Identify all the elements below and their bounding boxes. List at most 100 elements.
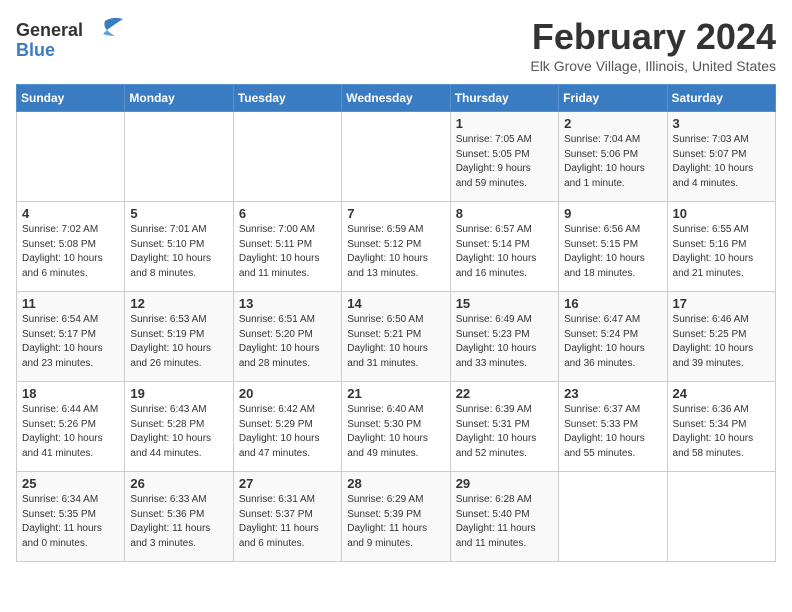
calendar-cell	[667, 472, 775, 562]
day-number: 17	[673, 296, 770, 311]
day-info: Sunrise: 6:49 AMSunset: 5:23 PMDaylight:…	[456, 313, 553, 371]
day-number: 11	[22, 296, 119, 311]
day-number: 13	[239, 296, 336, 311]
dow-thursday: Thursday	[450, 85, 558, 112]
title-area: February 2024 Elk Grove Village, Illinoi…	[530, 16, 776, 74]
calendar-cell: 23Sunrise: 6:37 AMSunset: 5:33 PMDayligh…	[559, 382, 667, 472]
day-number: 21	[347, 386, 444, 401]
calendar-cell: 18 Sunrise: 6:44 AMSunset: 5:26 PMDayligh…	[17, 382, 125, 472]
calendar-cell: 16 Sunrise: 6:47 AMSunset: 5:24 PMDayligh…	[559, 292, 667, 382]
calendar-cell: 14 Sunrise: 6:50 AMSunset: 5:21 PMDayligh…	[342, 292, 450, 382]
day-info: Sunrise: 7:02 AMSunset: 5:08 PMDaylight:…	[22, 223, 119, 281]
day-info: Sunrise: 6:50 AMSunset: 5:21 PMDaylight:…	[347, 313, 444, 371]
day-number: 22	[456, 386, 553, 401]
calendar-cell	[17, 112, 125, 202]
day-info: Sunrise: 6:46 AMSunset: 5:25 PMDaylight:…	[673, 313, 770, 371]
day-info: Sunrise: 6:43 AMSunset: 5:28 PMDaylight:…	[130, 403, 227, 461]
calendar-cell	[125, 112, 233, 202]
calendar-cell: 4 Sunrise: 7:02 AMSunset: 5:08 PMDaylight…	[17, 202, 125, 292]
dow-sunday: Sunday	[17, 85, 125, 112]
day-number: 14	[347, 296, 444, 311]
day-number: 4	[22, 206, 119, 221]
day-info: Sunrise: 7:01 AMSunset: 5:10 PMDaylight:…	[130, 223, 227, 281]
calendar-cell: 8Sunrise: 6:57 AMSunset: 5:14 PMDaylight…	[450, 202, 558, 292]
day-number: 26	[130, 476, 227, 491]
day-info: Sunrise: 6:47 AMSunset: 5:24 PMDaylight:…	[564, 313, 661, 371]
calendar-table: SundayMondayTuesdayWednesdayThursdayFrid…	[16, 84, 776, 562]
calendar-cell: 5 Sunrise: 7:01 AMSunset: 5:10 PMDaylight…	[125, 202, 233, 292]
day-info: Sunrise: 6:53 AMSunset: 5:19 PMDaylight:…	[130, 313, 227, 371]
calendar-cell: 1 Sunrise: 7:05 AMSunset: 5:05 PMDaylight…	[450, 112, 558, 202]
days-of-week-row: SundayMondayTuesdayWednesdayThursdayFrid…	[17, 85, 776, 112]
calendar-cell: 15 Sunrise: 6:49 AMSunset: 5:23 PMDayligh…	[450, 292, 558, 382]
calendar-cell: 25 Sunrise: 6:34 AMSunset: 5:35 PMDayligh…	[17, 472, 125, 562]
dow-wednesday: Wednesday	[342, 85, 450, 112]
day-info: Sunrise: 7:00 AMSunset: 5:11 PMDaylight:…	[239, 223, 336, 281]
day-info: Sunrise: 6:57 AMSunset: 5:14 PMDaylight:…	[456, 223, 553, 281]
calendar-cell: 26 Sunrise: 6:33 AMSunset: 5:36 PMDayligh…	[125, 472, 233, 562]
calendar-cell: 27 Sunrise: 6:31 AMSunset: 5:37 PMDayligh…	[233, 472, 341, 562]
day-number: 19	[130, 386, 227, 401]
calendar-cell: 21 Sunrise: 6:40 AMSunset: 5:30 PMDayligh…	[342, 382, 450, 472]
week-row-1: 4 Sunrise: 7:02 AMSunset: 5:08 PMDaylight…	[17, 202, 776, 292]
day-info: Sunrise: 7:04 AMSunset: 5:06 PMDaylight:…	[564, 133, 661, 191]
day-info: Sunrise: 6:33 AMSunset: 5:36 PMDaylight:…	[130, 493, 227, 551]
day-info: Sunrise: 6:42 AMSunset: 5:29 PMDaylight:…	[239, 403, 336, 461]
day-info: Sunrise: 6:28 AMSunset: 5:40 PMDaylight:…	[456, 493, 553, 551]
day-number: 9	[564, 206, 661, 221]
calendar-cell: 28Sunrise: 6:29 AMSunset: 5:39 PMDayligh…	[342, 472, 450, 562]
day-info: Sunrise: 6:56 AMSunset: 5:15 PMDaylight:…	[564, 223, 661, 281]
day-info: Sunrise: 6:51 AMSunset: 5:20 PMDaylight:…	[239, 313, 336, 371]
calendar-cell: 13 Sunrise: 6:51 AMSunset: 5:20 PMDayligh…	[233, 292, 341, 382]
calendar-cell	[233, 112, 341, 202]
logo: General Blue	[16, 16, 125, 61]
dow-saturday: Saturday	[667, 85, 775, 112]
calendar-cell: 24Sunrise: 6:36 AMSunset: 5:34 PMDayligh…	[667, 382, 775, 472]
day-info: Sunrise: 6:40 AMSunset: 5:30 PMDaylight:…	[347, 403, 444, 461]
day-info: Sunrise: 6:31 AMSunset: 5:37 PMDaylight:…	[239, 493, 336, 551]
day-info: Sunrise: 7:05 AMSunset: 5:05 PMDaylight:…	[456, 133, 553, 191]
day-info: Sunrise: 6:55 AMSunset: 5:16 PMDaylight:…	[673, 223, 770, 281]
day-info: Sunrise: 6:37 AMSunset: 5:33 PMDaylight:…	[564, 403, 661, 461]
week-row-2: 11Sunrise: 6:54 AMSunset: 5:17 PMDayligh…	[17, 292, 776, 382]
day-number: 7	[347, 206, 444, 221]
calendar-cell: 19 Sunrise: 6:43 AMSunset: 5:28 PMDayligh…	[125, 382, 233, 472]
logo-bird-icon	[85, 16, 125, 44]
day-info: Sunrise: 6:34 AMSunset: 5:35 PMDaylight:…	[22, 493, 119, 551]
calendar-cell: 22 Sunrise: 6:39 AMSunset: 5:31 PMDayligh…	[450, 382, 558, 472]
day-number: 16	[564, 296, 661, 311]
calendar-cell: 7Sunrise: 6:59 AMSunset: 5:12 PMDaylight…	[342, 202, 450, 292]
day-info: Sunrise: 6:29 AMSunset: 5:39 PMDaylight:…	[347, 493, 444, 551]
logo-blue: Blue	[16, 40, 55, 61]
calendar-cell: 17 Sunrise: 6:46 AMSunset: 5:25 PMDayligh…	[667, 292, 775, 382]
calendar-body: 1 Sunrise: 7:05 AMSunset: 5:05 PMDaylight…	[17, 112, 776, 562]
day-number: 18	[22, 386, 119, 401]
week-row-0: 1 Sunrise: 7:05 AMSunset: 5:05 PMDaylight…	[17, 112, 776, 202]
day-info: Sunrise: 6:44 AMSunset: 5:26 PMDaylight:…	[22, 403, 119, 461]
day-info: Sunrise: 6:39 AMSunset: 5:31 PMDaylight:…	[456, 403, 553, 461]
day-number: 25	[22, 476, 119, 491]
day-number: 15	[456, 296, 553, 311]
week-row-3: 18 Sunrise: 6:44 AMSunset: 5:26 PMDayligh…	[17, 382, 776, 472]
day-number: 3	[673, 116, 770, 131]
day-number: 27	[239, 476, 336, 491]
calendar-cell: 12 Sunrise: 6:53 AMSunset: 5:19 PMDayligh…	[125, 292, 233, 382]
day-number: 12	[130, 296, 227, 311]
dow-tuesday: Tuesday	[233, 85, 341, 112]
day-number: 29	[456, 476, 553, 491]
day-number: 5	[130, 206, 227, 221]
day-number: 20	[239, 386, 336, 401]
calendar-cell: 11Sunrise: 6:54 AMSunset: 5:17 PMDayligh…	[17, 292, 125, 382]
calendar-cell: 10 Sunrise: 6:55 AMSunset: 5:16 PMDayligh…	[667, 202, 775, 292]
day-number: 6	[239, 206, 336, 221]
calendar-cell: 20 Sunrise: 6:42 AMSunset: 5:29 PMDayligh…	[233, 382, 341, 472]
calendar-title: February 2024	[530, 16, 776, 58]
day-info: Sunrise: 6:36 AMSunset: 5:34 PMDaylight:…	[673, 403, 770, 461]
dow-friday: Friday	[559, 85, 667, 112]
calendar-cell	[559, 472, 667, 562]
day-number: 1	[456, 116, 553, 131]
calendar-subtitle: Elk Grove Village, Illinois, United Stat…	[530, 58, 776, 74]
day-number: 10	[673, 206, 770, 221]
day-info: Sunrise: 7:03 AMSunset: 5:07 PMDaylight:…	[673, 133, 770, 191]
calendar-cell: 3 Sunrise: 7:03 AMSunset: 5:07 PMDaylight…	[667, 112, 775, 202]
